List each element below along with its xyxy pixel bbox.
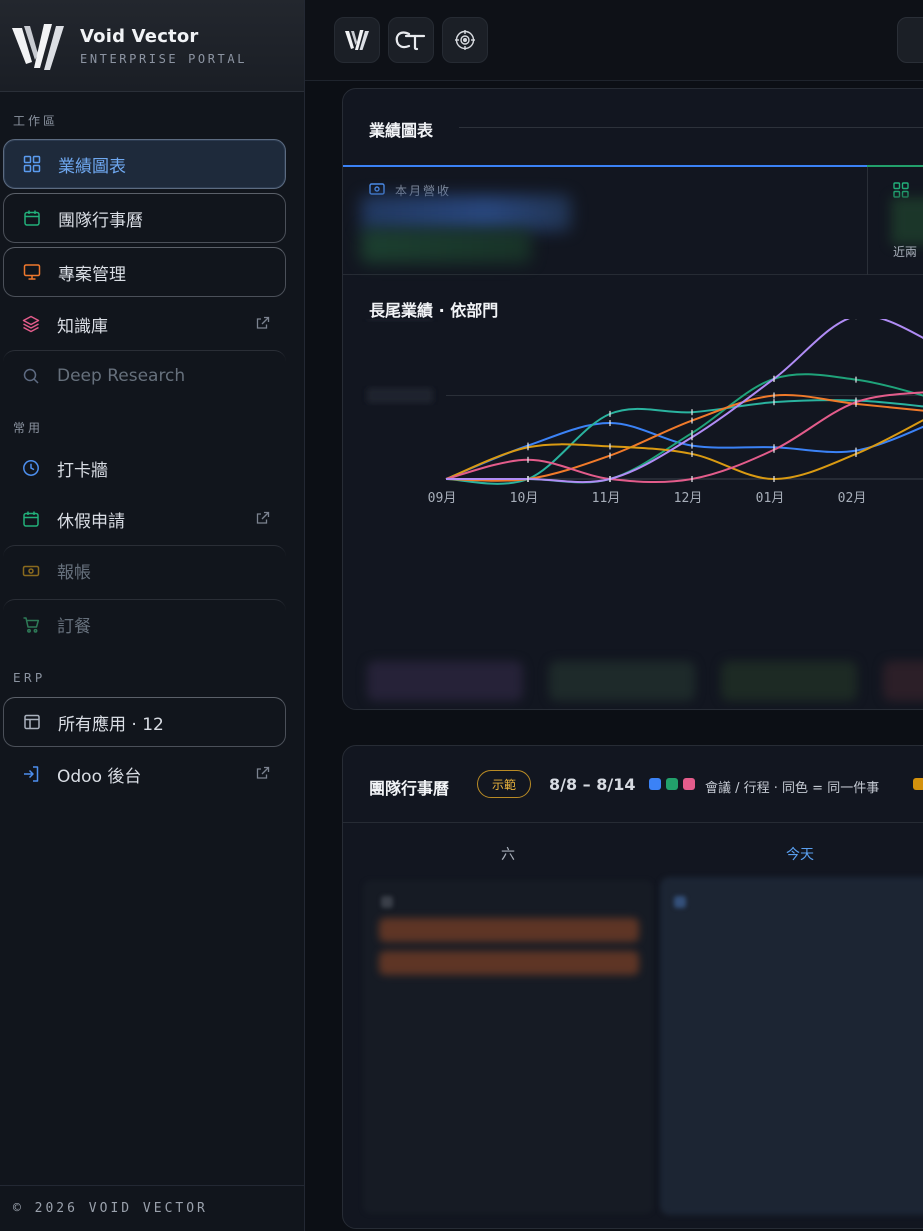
sidebar-item-deep-research[interactable]: Deep Research xyxy=(3,350,286,400)
cash-icon xyxy=(21,561,41,581)
app-switch-void-vector[interactable] xyxy=(334,17,380,63)
demo-badge: 示範 xyxy=(477,770,531,798)
app-switch-target[interactable] xyxy=(442,17,488,63)
sidebar-item-label: 業績圖表 xyxy=(58,156,126,177)
x-tick-label: 10月 xyxy=(510,491,539,506)
day-label-today: 今天 xyxy=(786,847,814,863)
brand-subtitle: ENTERPRISE PORTAL xyxy=(80,51,248,66)
sidebar-item-projects[interactable]: 專案管理 xyxy=(3,247,286,297)
sidebar-item-knowledge-base[interactable]: 知識庫 xyxy=(3,299,286,349)
sidebar-item-meal-order[interactable]: 訂餐 xyxy=(3,599,286,649)
sidebar-item-label: 專案管理 xyxy=(58,264,126,285)
app-switch-ct[interactable] xyxy=(388,17,434,63)
legend-dot-pink xyxy=(683,778,695,790)
void-vector-logo-icon xyxy=(345,30,369,50)
clock-icon xyxy=(21,458,41,478)
calendar-event-redacted[interactable] xyxy=(379,918,639,942)
performance-card: 業績圖表 本月營收 近兩 長尾業績 · 依部門 09月 10月 11月 12月 01月 0… xyxy=(342,88,923,710)
monitor-icon xyxy=(22,262,42,282)
grid-icon xyxy=(893,182,909,198)
sidebar-item-label: 知識庫 xyxy=(57,316,108,337)
sidebar-item-label: 團隊行事曆 xyxy=(58,210,143,231)
cash-icon xyxy=(369,183,385,195)
layers-icon xyxy=(21,314,41,334)
series-line-4 xyxy=(445,419,923,481)
calendar-event-redacted[interactable] xyxy=(379,951,639,975)
day-column-today[interactable] xyxy=(661,878,923,1214)
legend-item-redacted xyxy=(367,661,523,701)
target-icon xyxy=(455,30,475,50)
sidebar: Void Vector ENTERPRISE PORTAL 工作區 業績圖表 團… xyxy=(0,0,305,1231)
sidebar-footer: © 2026 VOID VECTOR xyxy=(0,1185,305,1231)
team-calendar-card: 團隊行事曆 示範 8/8 – 8/14 會議 / 行程 · 同色 = 同一件事 … xyxy=(342,745,923,1229)
login-icon xyxy=(21,764,41,784)
kpi2-label: 近兩 xyxy=(893,245,918,259)
x-tick-label: 09月 xyxy=(428,491,457,506)
kpi-revenue-value-redacted xyxy=(361,195,571,231)
legend-note: 會議 / 行程 · 同色 = 同一件事 xyxy=(705,781,880,796)
date-range: 8/8 – 8/14 xyxy=(549,775,636,794)
sidebar-item-odoo-backend[interactable]: Odoo 後台 xyxy=(3,749,286,799)
chart-title: 長尾業績 · 依部門 xyxy=(369,301,499,320)
brand-header[interactable]: Void Vector ENTERPRISE PORTAL xyxy=(0,0,304,92)
sidebar-item-label: Odoo 後台 xyxy=(57,766,142,787)
y-tick-label-redacted xyxy=(368,319,432,320)
section-label-erp: ERP xyxy=(13,671,46,685)
ct-logo-icon xyxy=(395,31,426,51)
calendar-icon xyxy=(22,208,42,228)
sidebar-item-leave-request[interactable]: 休假申請 xyxy=(3,494,286,544)
legend-dot-orange xyxy=(913,778,923,790)
legend-dot-blue xyxy=(649,778,661,790)
legend-item-redacted xyxy=(549,661,695,701)
sidebar-item-clock-wall[interactable]: 打卡牆 xyxy=(3,443,286,493)
sidebar-item-label: 打卡牆 xyxy=(57,460,108,481)
external-link-icon xyxy=(256,316,270,329)
sidebar-item-all-apps[interactable]: 所有應用 · 12 xyxy=(3,697,286,747)
section-label-workspace: 工作區 xyxy=(13,114,59,128)
external-link-icon xyxy=(256,766,270,779)
day-label-saturday: 六 xyxy=(501,847,515,863)
line-chart: 09月 10月 11月 12月 01月 02月 xyxy=(367,319,923,506)
external-link-icon xyxy=(256,511,270,524)
sidebar-item-label: 訂餐 xyxy=(57,617,91,637)
kpi-row: 本月營收 xyxy=(343,167,923,275)
topbar-action-button[interactable] xyxy=(897,17,923,63)
top-bar xyxy=(305,0,923,81)
legend-item-redacted xyxy=(883,661,923,701)
legend-dot-green xyxy=(666,778,678,790)
window-icon xyxy=(22,712,42,732)
sidebar-item-team-calendar[interactable]: 團隊行事曆 xyxy=(3,193,286,243)
sidebar-item-label: 所有應用 · 12 xyxy=(58,714,164,735)
sidebar-item-label: Deep Research xyxy=(57,365,186,386)
legend-item-redacted xyxy=(721,661,857,701)
brand-title: Void Vector xyxy=(80,25,199,47)
x-tick-label: 11月 xyxy=(592,491,621,506)
grid-icon xyxy=(22,154,42,174)
sidebar-item-performance[interactable]: 業績圖表 xyxy=(3,139,286,189)
sidebar-item-expenses[interactable]: 報帳 xyxy=(3,545,286,595)
x-tick-label: 02月 xyxy=(838,491,867,506)
x-tick-label: 01月 xyxy=(756,491,785,506)
main-content: 業績圖表 本月營收 近兩 長尾業績 · 依部門 09月 10月 11月 12月 01月 0… xyxy=(305,0,923,1231)
cart-icon xyxy=(21,615,41,635)
section-label-common: 常用 xyxy=(13,421,44,435)
kpi2-value-redacted xyxy=(891,197,923,245)
calendar-icon xyxy=(21,509,41,529)
sidebar-item-label: 休假申請 xyxy=(57,511,125,532)
kpi-revenue-delta-redacted xyxy=(361,229,531,263)
y-tick-label-redacted xyxy=(367,387,433,404)
x-tick-label: 12月 xyxy=(674,491,703,506)
performance-title: 業績圖表 xyxy=(369,121,434,140)
series-line-1 xyxy=(445,373,923,484)
calendar-title: 團隊行事曆 xyxy=(369,779,450,798)
title-divider xyxy=(459,127,923,128)
void-vector-logo-icon xyxy=(12,23,64,70)
search-icon xyxy=(21,366,41,386)
sidebar-item-label: 報帳 xyxy=(57,563,91,583)
